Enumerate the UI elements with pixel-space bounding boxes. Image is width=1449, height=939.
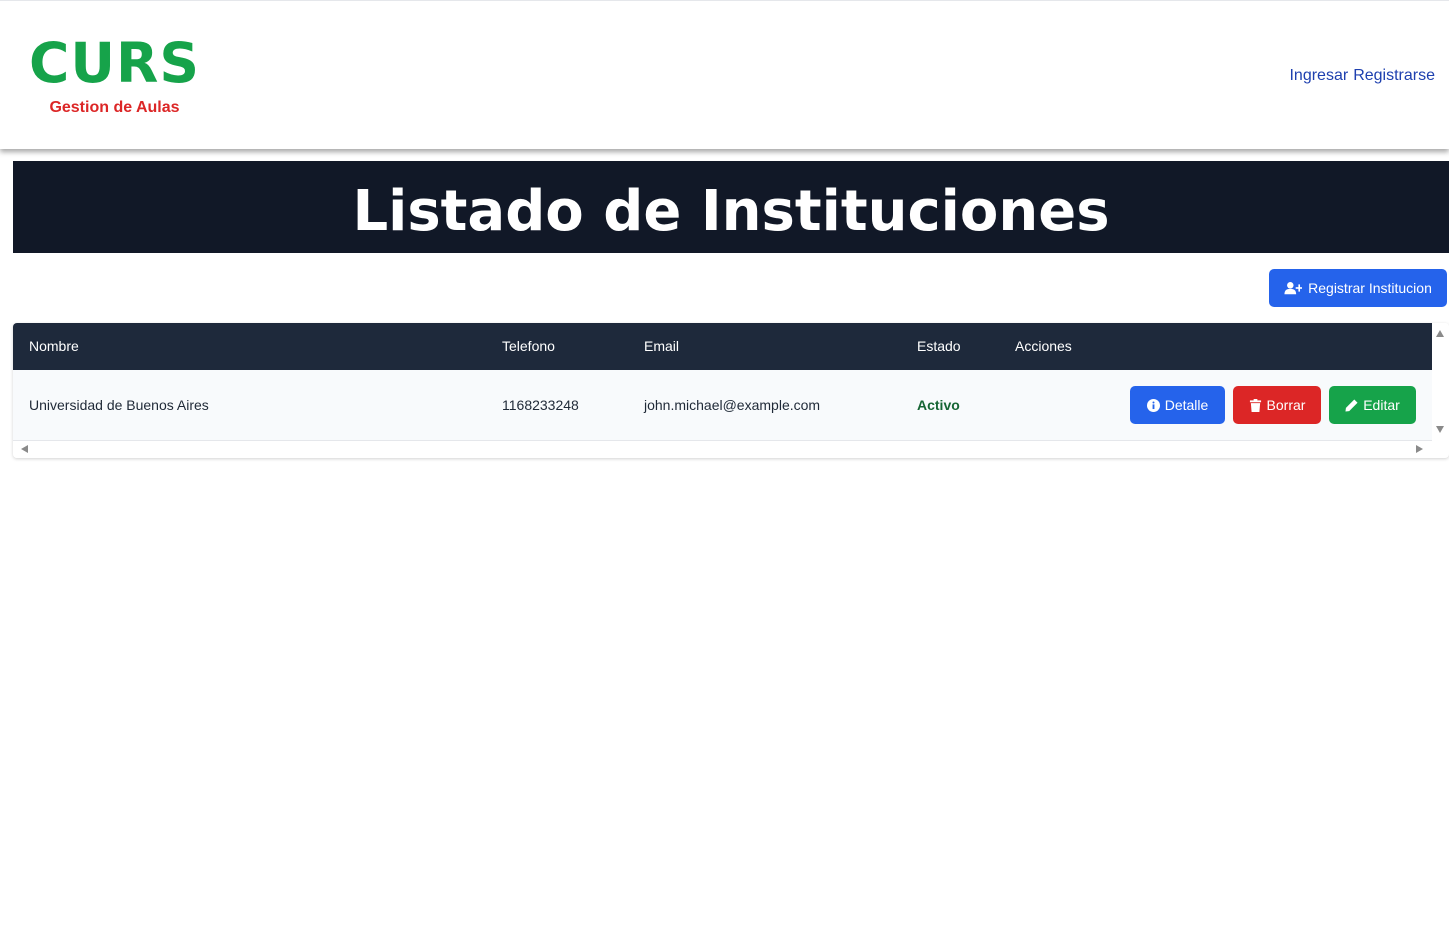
- cell-telefono: 1168233248: [502, 397, 579, 413]
- register-institution-label: Registrar Institucion: [1308, 280, 1432, 296]
- delete-label: Borrar: [1266, 397, 1306, 413]
- page-title: Listado de Instituciones: [352, 178, 1110, 244]
- page-title-banner: Listado de Instituciones: [13, 161, 1449, 253]
- scroll-up-arrow-icon[interactable]: [1436, 330, 1444, 337]
- register-institution-button[interactable]: Registrar Institucion: [1269, 269, 1447, 307]
- status-badge: Activo: [917, 397, 960, 413]
- trash-icon: [1249, 398, 1261, 412]
- detail-button[interactable]: Detalle: [1130, 386, 1225, 424]
- table-row: Universidad de Buenos Aires 1168233248 j…: [13, 370, 1432, 441]
- column-header-acciones: Acciones: [1015, 338, 1072, 354]
- brand-title: CURS: [29, 31, 200, 95]
- edit-label: Editar: [1363, 397, 1400, 413]
- brand-subtitle: Gestion de Aulas: [49, 99, 180, 116]
- horizontal-scrollbar[interactable]: [13, 441, 1432, 458]
- auth-links: Ingresar Registrarse: [1289, 67, 1435, 85]
- scroll-down-arrow-icon[interactable]: [1436, 426, 1444, 433]
- column-header-email: Email: [644, 338, 680, 354]
- detail-label: Detalle: [1164, 397, 1209, 413]
- institutions-table: Nombre Telefono Email Estado Acciones Un…: [13, 323, 1449, 458]
- delete-button[interactable]: Borrar: [1233, 386, 1321, 424]
- scroll-right-arrow-icon[interactable]: [1416, 445, 1423, 453]
- scroll-left-arrow-icon[interactable]: [21, 445, 28, 453]
- column-header-nombre: Nombre: [29, 338, 79, 354]
- register-link[interactable]: Registrarse: [1353, 67, 1435, 85]
- login-link[interactable]: Ingresar: [1289, 67, 1348, 85]
- info-circle-icon: [1146, 398, 1160, 412]
- brand-logo[interactable]: CURS Gestion de Aulas: [29, 31, 200, 117]
- edit-button[interactable]: Editar: [1329, 386, 1416, 424]
- table-header: Nombre Telefono Email Estado Acciones: [13, 323, 1432, 370]
- top-navbar: CURS Gestion de Aulas Ingresar Registrar…: [0, 0, 1449, 149]
- pencil-icon: [1345, 398, 1358, 412]
- cell-email: john.michael@example.com: [644, 397, 821, 413]
- cell-nombre: Universidad de Buenos Aires: [29, 397, 209, 413]
- column-header-telefono: Telefono: [502, 338, 555, 354]
- user-plus-icon: [1284, 282, 1303, 295]
- column-header-estado: Estado: [917, 338, 961, 354]
- vertical-scrollbar[interactable]: [1432, 323, 1449, 441]
